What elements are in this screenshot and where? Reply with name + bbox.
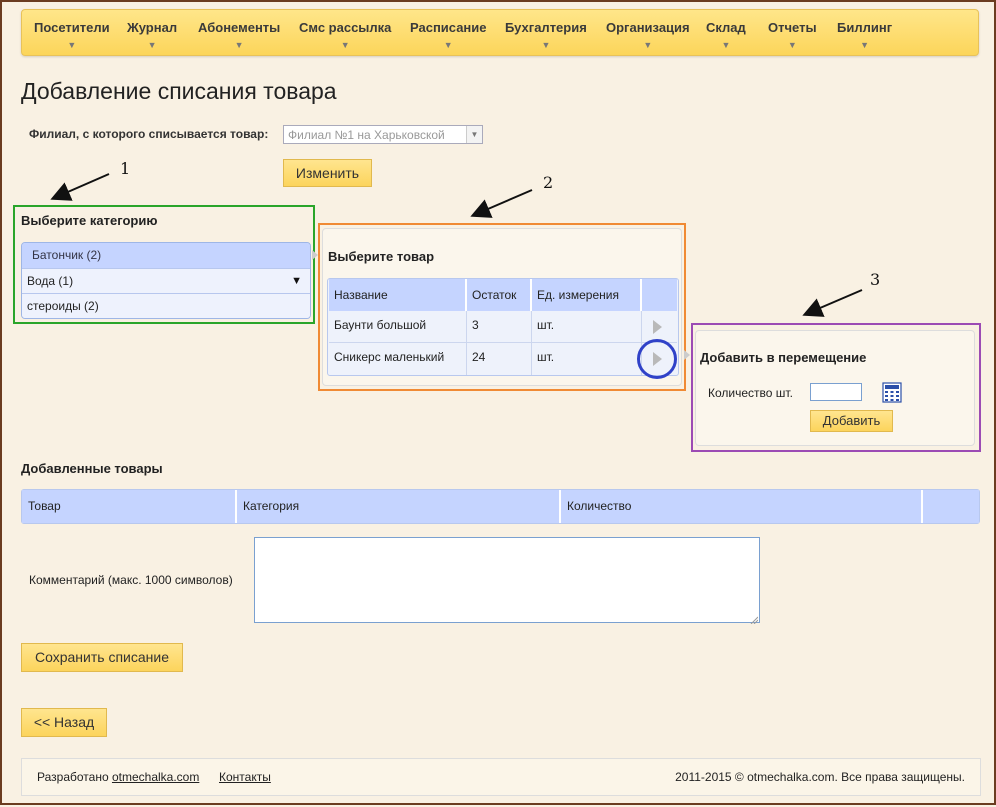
connector-arrow-icon xyxy=(684,350,690,360)
column-header-unit: Ед. измерения xyxy=(532,279,642,311)
annotation-arrow-2 xyxy=(470,189,533,218)
nav-item-visitors[interactable]: Посетители ▼ xyxy=(34,20,110,50)
product-stock-cell: 3 xyxy=(467,311,532,343)
chevron-down-icon: ▼ xyxy=(541,40,551,50)
add-panel-title: Добавить в перемещение xyxy=(700,350,867,365)
annotation-number-3: 3 xyxy=(870,270,881,289)
product-unit-cell: шт. xyxy=(532,343,642,375)
comment-label: Комментарий (макс. 1000 символов) xyxy=(29,573,233,587)
product-name-cell: Баунти большой xyxy=(329,311,467,343)
footer-developed-label: Разработано xyxy=(37,770,109,784)
category-panel-title: Выберите категорию xyxy=(21,213,158,228)
chevron-down-icon: ▼ xyxy=(234,40,244,50)
annotation-arrow-3 xyxy=(802,289,863,317)
page-title: Добавление списания товара xyxy=(21,78,337,104)
chevron-down-icon: ▼ xyxy=(147,40,157,50)
product-unit-cell: шт. xyxy=(532,311,642,343)
category-list: Батончик (2) Вода (1) ▼ стероиды (2) xyxy=(21,242,311,319)
annotation-arrow-1 xyxy=(50,173,110,201)
chevron-down-icon: ▼ xyxy=(67,40,77,50)
chevron-down-icon: ▼ xyxy=(466,126,482,143)
triangle-down-icon: ▼ xyxy=(291,275,302,287)
added-products-title: Добавленные товары xyxy=(21,461,163,476)
column-header-name: Название xyxy=(329,279,467,311)
product-stock-cell: 24 xyxy=(467,343,532,375)
category-item-selected[interactable]: Батончик (2) xyxy=(22,243,310,268)
nav-item-schedule[interactable]: Расписание ▼ xyxy=(410,20,487,50)
nav-item-reports[interactable]: Отчеты ▼ xyxy=(768,20,817,50)
branch-label: Филиал, с которого списывается товар: xyxy=(29,127,269,141)
comment-textarea[interactable] xyxy=(254,537,760,623)
nav-item-journal[interactable]: Журнал ▼ xyxy=(127,20,177,50)
back-button[interactable]: << Назад xyxy=(21,708,107,737)
nav-item-sms[interactable]: Смс рассылка ▼ xyxy=(299,20,391,50)
branch-selected-value: Филиал №1 на Харьковской xyxy=(288,128,445,142)
nav-item-subscriptions[interactable]: Абонементы ▼ xyxy=(198,20,280,50)
column-header-quantity: Количество xyxy=(561,490,923,523)
footer-copyright: 2011-2015 © otmechalka.com. Все права за… xyxy=(675,770,965,784)
nav-item-accounting[interactable]: Бухгалтерия ▼ xyxy=(505,20,587,50)
chevron-down-icon: ▼ xyxy=(340,40,350,50)
product-name-cell: Сникерс маленький xyxy=(329,343,467,375)
save-writeoff-button[interactable]: Сохранить списание xyxy=(21,643,183,672)
chevron-down-icon: ▼ xyxy=(860,40,870,50)
add-to-transfer-button[interactable]: Добавить xyxy=(810,410,893,432)
select-product-arrow-icon[interactable] xyxy=(653,320,662,334)
chevron-down-icon: ▼ xyxy=(643,40,653,50)
calculator-icon[interactable] xyxy=(882,382,902,403)
chevron-down-icon: ▼ xyxy=(721,40,731,50)
chevron-down-icon: ▼ xyxy=(443,40,453,50)
annotation-number-1: 1 xyxy=(120,159,131,178)
column-header-product: Товар xyxy=(22,490,237,523)
main-nav: Посетители ▼ Журнал ▼ Абонементы ▼ Смс расс… xyxy=(21,9,979,56)
quantity-label: Количество шт. xyxy=(708,386,793,400)
footer: Разработано otmechalka.com Контакты 2011… xyxy=(21,758,981,796)
footer-contacts-link[interactable]: Контакты xyxy=(219,770,271,784)
product-panel-title: Выберите товар xyxy=(328,249,435,264)
category-item[interactable]: Вода (1) ▼ xyxy=(22,268,310,293)
footer-developed-by: Разработано otmechalka.com xyxy=(37,770,199,784)
branch-select[interactable]: Филиал №1 на Харьковской ▼ xyxy=(283,125,483,144)
change-branch-button[interactable]: Изменить xyxy=(283,159,372,187)
category-item-label: Вода (1) xyxy=(27,274,74,288)
column-header-action xyxy=(642,279,677,311)
footer-dev-link[interactable]: otmechalka.com xyxy=(112,770,199,784)
annotation-number-2: 2 xyxy=(543,173,554,192)
quantity-input[interactable] xyxy=(810,383,862,401)
category-item[interactable]: стероиды (2) xyxy=(22,293,310,318)
chevron-down-icon: ▼ xyxy=(787,40,797,50)
column-header-action xyxy=(923,490,979,523)
highlight-circle xyxy=(637,339,677,379)
resize-handle-icon[interactable] xyxy=(750,613,759,625)
column-header-stock: Остаток xyxy=(467,279,532,311)
nav-item-warehouse[interactable]: Склад ▼ xyxy=(706,20,746,50)
column-header-category: Категория xyxy=(237,490,561,523)
nav-item-billing[interactable]: Биллинг ▼ xyxy=(837,20,892,50)
nav-item-organization[interactable]: Организация ▼ xyxy=(606,20,690,50)
